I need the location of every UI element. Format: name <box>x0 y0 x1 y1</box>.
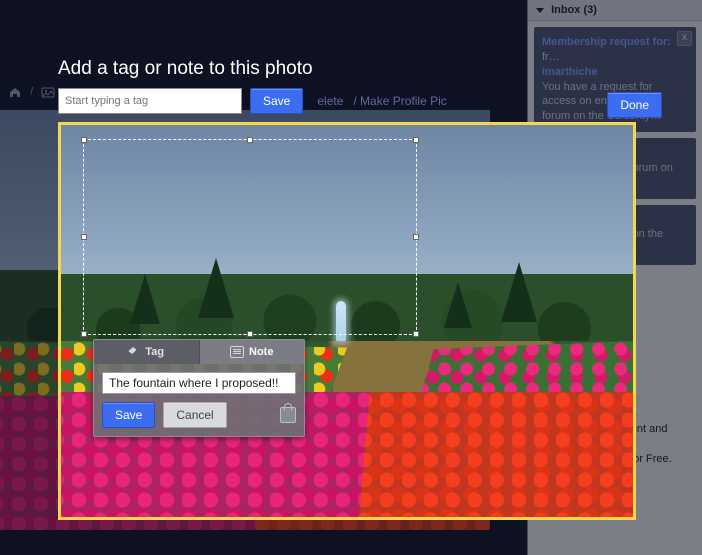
selection-rectangle[interactable] <box>83 139 417 335</box>
chevron-down-icon <box>536 8 544 13</box>
overlay-title: Add a tag or note to this photo <box>58 58 674 80</box>
note-icon <box>230 346 244 358</box>
photo-icon[interactable] <box>41 86 55 98</box>
tab-tag[interactable]: Tag <box>94 340 200 364</box>
breadcrumb: / <box>8 86 55 98</box>
resize-handle-s[interactable] <box>247 331 253 337</box>
save-tag-button[interactable]: Save <box>250 88 303 114</box>
note-input[interactable] <box>102 372 296 394</box>
resize-handle-ne[interactable] <box>413 137 419 143</box>
privacy-icon[interactable] <box>280 407 296 423</box>
done-button[interactable]: Done <box>607 92 662 118</box>
inbox-title: Inbox <box>551 4 580 16</box>
home-icon[interactable] <box>8 86 22 98</box>
breadcrumb-sep: / <box>30 86 33 98</box>
inbox-count: (3) <box>583 4 596 16</box>
inbox-item-title: Membership request for: <box>542 36 671 48</box>
tag-icon <box>128 347 140 357</box>
resize-handle-se[interactable] <box>413 331 419 337</box>
note-save-button[interactable]: Save <box>102 402 155 428</box>
tag-note-overlay: Add a tag or note to this photo Save ele… <box>58 58 674 520</box>
photo-frame: Tag Note Save Cancel <box>58 122 636 520</box>
tab-tag-label: Tag <box>145 346 164 358</box>
tag-input[interactable] <box>58 88 242 114</box>
resize-handle-w[interactable] <box>81 234 87 240</box>
close-icon[interactable]: x <box>677 31 692 46</box>
resize-handle-e[interactable] <box>413 234 419 240</box>
note-cancel-button[interactable]: Cancel <box>163 402 226 428</box>
resize-handle-nw[interactable] <box>81 137 87 143</box>
inbox-header[interactable]: Inbox (3) <box>528 0 702 21</box>
tab-note-label: Note <box>249 346 273 358</box>
resize-handle-n[interactable] <box>247 137 253 143</box>
ghost-toolbar-text: elete / Make Profile Pic <box>317 94 446 108</box>
tab-note[interactable]: Note <box>200 340 305 364</box>
resize-handle-sw[interactable] <box>81 331 87 337</box>
note-panel: Tag Note Save Cancel <box>93 339 305 437</box>
